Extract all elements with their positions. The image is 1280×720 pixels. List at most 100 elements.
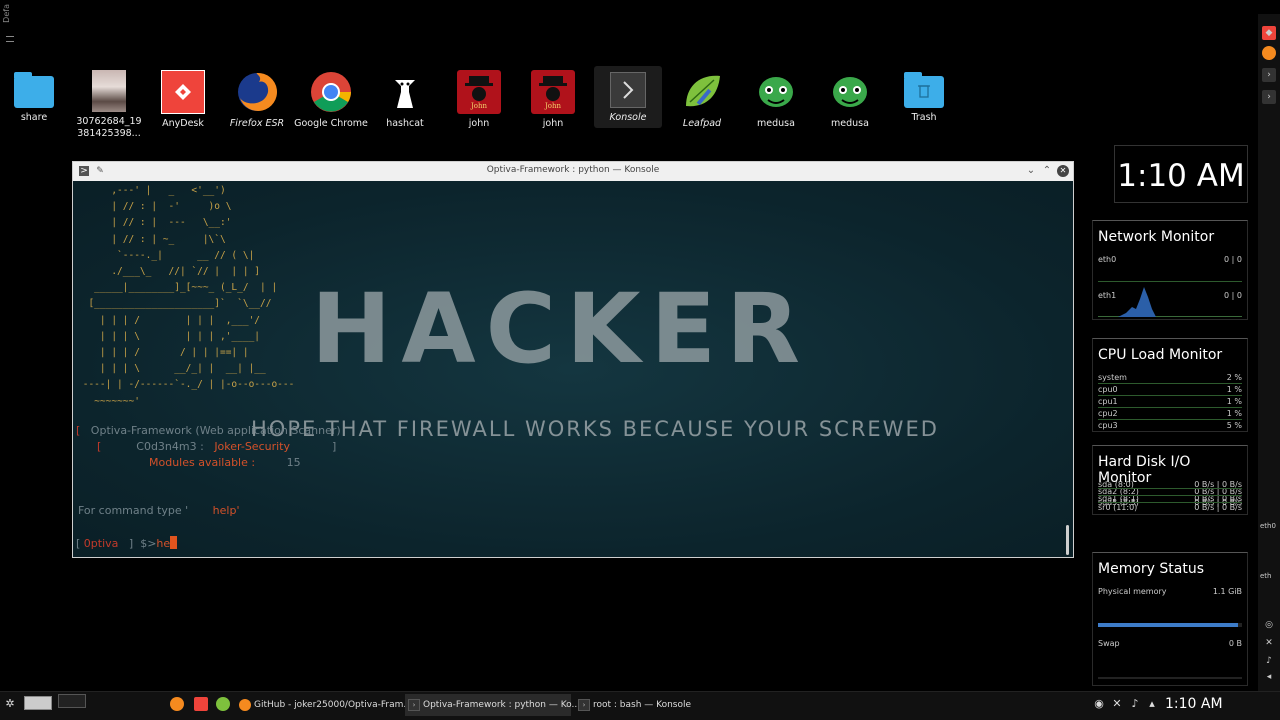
expand-tray-icon[interactable]: ▴ — [1145, 697, 1159, 711]
close-icon[interactable]: ✕ — [1057, 165, 1069, 177]
window-title: Optiva-Framework : python — Konsole — [486, 165, 660, 175]
desktop-icon-photo[interactable]: 30762684_19 381425398... — [72, 66, 146, 140]
banner-line-modules: Modules available : 15 — [149, 456, 301, 469]
clock-widget: 1:10 AM — [1114, 145, 1248, 203]
leafpad-icon — [680, 70, 724, 114]
anydesk-launcher-icon[interactable] — [194, 697, 208, 711]
maximize-icon[interactable]: ⌃ — [1041, 165, 1053, 177]
desktop-icon-medusa-2[interactable]: medusa — [813, 66, 887, 130]
desktop: Defa share 30762684_19 381425398... AnyD… — [0, 0, 1280, 720]
desktop-icon-konsole[interactable]: Konsole — [594, 66, 662, 128]
icon-label: share — [20, 112, 48, 123]
icon-label: Leafpad — [682, 118, 722, 129]
cpu-monitor-widget: CPU Load Monitor system 2 % cpu0 1 % cpu1 1… — [1092, 338, 1248, 432]
disk-graph-line — [1098, 502, 1242, 503]
task-root-bash[interactable]: › root : bash — Konsole — [575, 694, 705, 716]
cpu-graph-line — [1098, 395, 1242, 396]
cpu-graph-line — [1098, 419, 1242, 420]
cpu-graph-line — [1098, 383, 1242, 384]
medusa-icon — [828, 70, 872, 114]
taskbar-clock[interactable]: 1:10 AM — [1165, 692, 1223, 717]
desktop-icon-john-2[interactable]: John john — [516, 66, 590, 130]
desktop-icon-share[interactable]: share — [0, 66, 71, 124]
konsole-window[interactable]: > ✎ Optiva-Framework : python — Konsole … — [72, 161, 1074, 558]
cpu-row: cpu3 5 % — [1098, 421, 1242, 430]
volume-tray-icon[interactable]: ♪ — [1128, 697, 1142, 711]
widget-title: Memory Status — [1098, 561, 1204, 577]
physical-memory-bar — [1098, 623, 1242, 627]
help-hint: For command type ' help' — [78, 504, 240, 517]
desktop-icon-anydesk[interactable]: AnyDesk — [146, 66, 220, 130]
john-the-ripper-icon: John — [457, 70, 501, 114]
desktop-icon-leafpad[interactable]: Leafpad — [665, 66, 739, 130]
desktop-icon-john-1[interactable]: John john — [442, 66, 516, 130]
right-side-panel: ◆ › › eth0 eth ◎ ✕ ♪ ◂ — [1258, 14, 1280, 694]
icon-label: medusa — [831, 118, 869, 129]
icon-label: Google Chrome — [294, 118, 368, 129]
leafpad-launcher-icon[interactable] — [216, 697, 230, 711]
physical-memory-fill — [1098, 623, 1238, 627]
panel-label: Defa — [2, 4, 11, 23]
update-icon[interactable]: ◎ — [1262, 618, 1276, 632]
tools-tray-icon[interactable]: ✕ — [1110, 697, 1124, 711]
anydesk-icon — [161, 70, 205, 114]
desktop-icons: share 30762684_19 381425398... AnyDesk F… — [0, 66, 960, 146]
net-graph — [1098, 283, 1242, 317]
task-github[interactable]: GitHub - joker25000/Optiva-Fram... — [236, 694, 412, 716]
application-launcher-icon[interactable]: ✲ — [3, 697, 17, 711]
taskbar: ✲ GitHub - joker25000/Optiva-Fram... › Op… — [0, 691, 1280, 720]
medusa-icon — [754, 70, 798, 114]
konsole-icon[interactable]: › — [1262, 68, 1276, 82]
konsole-icon[interactable]: › — [1262, 90, 1276, 104]
desktop-icon-chrome[interactable]: Google Chrome — [294, 66, 368, 130]
icon-label: hashcat — [386, 118, 424, 129]
eth-label: eth — [1260, 572, 1272, 580]
left-panel-strip[interactable]: Defa — [0, 0, 22, 60]
window-titlebar[interactable]: > ✎ Optiva-Framework : python — Konsole … — [73, 162, 1073, 181]
anydesk-icon[interactable]: ◆ — [1262, 26, 1276, 40]
icon-label: medusa — [757, 118, 795, 129]
desktop-pager-2[interactable] — [58, 694, 86, 708]
icon-label: 30762684_19 381425398... — [76, 116, 142, 139]
desktop-icon-hashcat[interactable]: hashcat — [368, 66, 442, 130]
cpu-row: cpu1 1 % — [1098, 397, 1242, 406]
firefox-icon[interactable] — [1262, 46, 1276, 60]
task-optiva-konsole[interactable]: › Optiva-Framework : python — Ko... — [405, 694, 580, 716]
desktop-icon-medusa-1[interactable]: medusa — [739, 66, 813, 130]
photo-thumbnail-icon — [92, 70, 126, 112]
network-monitor-widget: Network Monitor eth0 0 | 0 eth1 0 | 0 — [1092, 220, 1248, 320]
john-the-ripper-icon: John — [531, 70, 575, 114]
typed-input[interactable]: he — [156, 537, 170, 550]
terminal-area[interactable]: HACKER HOPE THAT FIREWALL WORKS BECAUSE … — [73, 181, 1073, 557]
memory-status-widget: Memory Status Physical memory 1.1 GiB Swa… — [1092, 552, 1248, 686]
tools-icon[interactable]: ✕ — [1262, 636, 1276, 650]
widget-title: Network Monitor — [1098, 229, 1215, 245]
updates-tray-icon[interactable]: ◉ — [1092, 697, 1106, 711]
trash-icon — [904, 72, 944, 108]
cpu-row: cpu2 1 % — [1098, 409, 1242, 418]
ascii-art: ,---' | _ <'__') | // : | -' )o \ | // :… — [82, 185, 295, 407]
chrome-icon — [309, 70, 353, 114]
desktop-icon-trash[interactable]: Trash — [887, 66, 961, 124]
expand-icon[interactable]: ◂ — [1262, 670, 1276, 684]
memory-row-physical: Physical memory 1.1 GiB — [1098, 587, 1242, 596]
menu-icon[interactable] — [6, 36, 14, 42]
widget-title: CPU Load Monitor — [1098, 347, 1223, 363]
desktop-pager-1[interactable] — [24, 696, 52, 710]
hashcat-icon — [383, 70, 427, 114]
konsole-icon — [610, 72, 646, 108]
firefox-icon — [235, 70, 279, 114]
volume-icon[interactable]: ♪ — [1262, 654, 1276, 668]
net-row: eth0 0 | 0 — [1098, 255, 1242, 264]
disk-graph-line — [1098, 488, 1242, 489]
command-prompt[interactable]: [ 0ptiva ] $>he — [76, 536, 178, 550]
scrollbar[interactable] — [1066, 525, 1069, 555]
firefox-launcher-icon[interactable] — [170, 697, 184, 711]
minimize-icon[interactable]: ⌄ — [1025, 165, 1037, 177]
svg-text:John: John — [544, 102, 562, 110]
wallpaper-tagline: HOPE THAT FIREWALL WORKS BECAUSE YOUR SC… — [251, 417, 939, 441]
disk-graph-line — [1098, 495, 1242, 496]
desktop-icon-firefox[interactable]: Firefox ESR — [220, 66, 294, 130]
disk-io-monitor-widget: Hard Disk I/O Monitor sda (8:0) 0 B/s | 0… — [1092, 445, 1248, 515]
icon-label: john — [542, 118, 564, 129]
